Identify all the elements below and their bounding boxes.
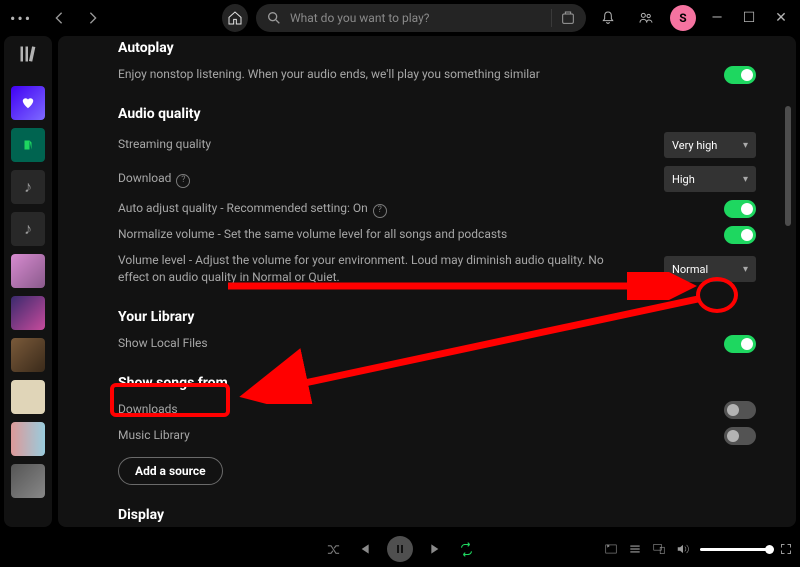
shuffle-button[interactable] xyxy=(326,542,341,557)
autoplay-toggle[interactable] xyxy=(724,66,756,84)
sidebar-item-album-5[interactable] xyxy=(11,422,45,456)
auto-adjust-toggle[interactable] xyxy=(724,200,756,218)
search-bar[interactable] xyxy=(256,4,586,32)
nav-forward-button[interactable] xyxy=(80,4,106,32)
friends-button[interactable] xyxy=(632,4,660,32)
add-source-button[interactable]: Add a source xyxy=(118,457,223,485)
sidebar: ♪ ♪ xyxy=(4,36,52,527)
library-icon[interactable] xyxy=(18,44,38,64)
sidebar-item-album-6[interactable] xyxy=(11,464,45,498)
help-icon[interactable]: ? xyxy=(176,174,190,188)
music-library-source-label: Music Library xyxy=(118,427,724,444)
chevron-down-icon: ▾ xyxy=(743,140,748,151)
sidebar-item-album-4[interactable] xyxy=(11,380,45,414)
avatar[interactable]: S xyxy=(670,5,696,31)
browse-icon[interactable] xyxy=(560,10,576,26)
sidebar-item-playlist-2[interactable]: ♪ xyxy=(11,212,45,246)
scrollbar[interactable] xyxy=(785,106,791,226)
section-title-your-library: Your Library xyxy=(118,309,756,325)
autoplay-desc: Enjoy nonstop listening. When your audio… xyxy=(118,66,724,83)
sidebar-item-album-3[interactable] xyxy=(11,338,45,372)
section-title-show-songs-from: Show songs from xyxy=(118,375,756,391)
music-library-source-toggle[interactable] xyxy=(724,427,756,445)
next-button[interactable] xyxy=(429,542,443,556)
download-quality-select[interactable]: High▾ xyxy=(664,166,756,192)
download-quality-label: Download? xyxy=(118,170,664,188)
sidebar-item-playlist-1[interactable]: ♪ xyxy=(11,170,45,204)
help-icon[interactable]: ? xyxy=(373,204,387,218)
show-local-files-label: Show Local Files xyxy=(118,335,724,352)
notifications-button[interactable] xyxy=(594,4,622,32)
section-title-autoplay: Autoplay xyxy=(118,40,756,56)
streaming-quality-select[interactable]: Very high▾ xyxy=(664,132,756,158)
topbar: ••• S — ☐ ✕ xyxy=(0,0,800,36)
sidebar-item-your-episodes[interactable] xyxy=(11,128,45,162)
normalize-label: Normalize volume - Set the same volume l… xyxy=(118,226,724,243)
sidebar-item-liked-songs[interactable] xyxy=(11,86,45,120)
section-title-audio-quality: Audio quality xyxy=(118,106,756,122)
downloads-source-label: Downloads xyxy=(118,401,724,418)
player-bar xyxy=(0,531,800,567)
chevron-down-icon: ▾ xyxy=(743,264,748,275)
search-input[interactable] xyxy=(290,11,543,25)
queue-button[interactable] xyxy=(628,542,642,556)
window-maximize-button[interactable]: ☐ xyxy=(738,10,760,26)
normalize-toggle[interactable] xyxy=(724,226,756,244)
section-title-display: Display xyxy=(118,507,756,523)
settings-content: Autoplay Enjoy nonstop listening. When y… xyxy=(58,36,796,527)
downloads-source-toggle[interactable] xyxy=(724,401,756,419)
show-local-files-toggle[interactable] xyxy=(724,335,756,353)
search-icon xyxy=(266,10,282,26)
nav-back-button[interactable] xyxy=(46,4,72,32)
window-close-button[interactable]: ✕ xyxy=(770,10,792,26)
previous-button[interactable] xyxy=(357,542,371,556)
repeat-button[interactable] xyxy=(459,542,474,557)
more-menu-icon[interactable]: ••• xyxy=(10,9,32,28)
auto-adjust-label: Auto adjust quality - Recommended settin… xyxy=(118,200,724,218)
play-pause-button[interactable] xyxy=(387,536,413,562)
chevron-down-icon: ▾ xyxy=(743,174,748,185)
home-button[interactable] xyxy=(222,4,248,32)
sidebar-item-album-2[interactable] xyxy=(11,296,45,330)
volume-button[interactable] xyxy=(676,542,690,556)
now-playing-view-button[interactable] xyxy=(604,542,618,556)
sidebar-item-album-1[interactable] xyxy=(11,254,45,288)
connect-device-button[interactable] xyxy=(652,542,666,556)
volume-slider[interactable] xyxy=(700,548,770,551)
streaming-quality-label: Streaming quality xyxy=(118,136,664,153)
volume-level-label: Volume level - Adjust the volume for you… xyxy=(118,252,664,287)
volume-level-select[interactable]: Normal▾ xyxy=(664,256,756,282)
window-minimize-button[interactable]: — xyxy=(706,10,728,26)
fullscreen-button[interactable] xyxy=(780,543,792,555)
